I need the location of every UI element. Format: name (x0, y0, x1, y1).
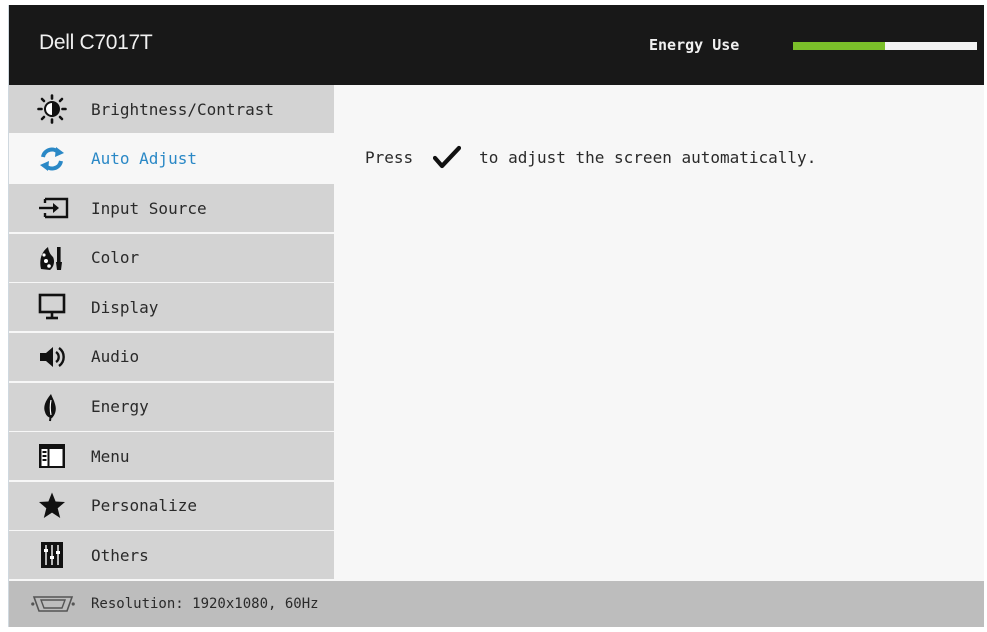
energy-use-label: Energy Use (649, 36, 740, 54)
color-palette-icon (37, 243, 79, 273)
energy-use-meter-fill (793, 42, 885, 50)
osd-status-bar: Resolution: 1920x1080, 60Hz (9, 581, 984, 627)
vga-connector-icon (31, 594, 75, 614)
menu-item-label: Brightness/Contrast (91, 99, 275, 119)
auto-adjust-instruction: Press to adjust the screen automatically… (365, 145, 816, 169)
brightness-icon (37, 94, 79, 124)
others-sliders-icon (37, 540, 79, 570)
display-monitor-icon (37, 292, 79, 322)
menu-item-others[interactable]: Others (9, 531, 334, 580)
menu-item-label: Energy (91, 397, 149, 417)
menu-item-label: Auto Adjust (91, 149, 197, 169)
menu-item-label: Personalize (91, 496, 197, 516)
menu-window-icon (37, 441, 79, 471)
checkmark-icon (433, 145, 462, 169)
instruction-rest-text: to adjust the screen automatically. (479, 147, 817, 167)
menu-item-label: Audio (91, 347, 140, 367)
menu-item-label: Menu (91, 446, 130, 466)
menu-item-label: Color (91, 248, 140, 268)
menu-item-label: Display (91, 297, 159, 317)
star-icon (37, 491, 79, 521)
osd-window: Dell C7017T Energy Use Brightness/Contra… (8, 5, 984, 627)
menu-item-brightness-contrast[interactable]: Brightness/Contrast (9, 85, 334, 133)
auto-adjust-icon (37, 144, 79, 174)
menu-item-label: Input Source (91, 198, 207, 218)
menu-item-menu[interactable]: Menu (9, 432, 334, 481)
menu-item-display[interactable]: Display (9, 283, 334, 332)
menu-item-audio[interactable]: Audio (9, 332, 334, 381)
instruction-press-text: Press (365, 147, 414, 167)
menu-item-energy[interactable]: Energy (9, 382, 334, 431)
resolution-status-text: Resolution: 1920x1080, 60Hz (91, 596, 319, 612)
energy-use-meter (793, 42, 977, 50)
menu-item-personalize[interactable]: Personalize (9, 481, 334, 530)
osd-main-menu: Brightness/Contrast Auto Adjust Input So… (9, 85, 334, 581)
leaf-icon (37, 392, 79, 422)
input-source-icon (37, 193, 79, 223)
submenu-content-panel: Press to adjust the screen automatically… (334, 85, 984, 581)
speaker-icon (37, 342, 79, 372)
menu-item-input-source[interactable]: Input Source (9, 184, 334, 233)
menu-item-auto-adjust[interactable]: Auto Adjust (9, 134, 334, 183)
monitor-model-title: Dell C7017T (39, 31, 153, 54)
menu-item-color[interactable]: Color (9, 233, 334, 282)
osd-header: Dell C7017T Energy Use (9, 5, 984, 85)
menu-item-label: Others (91, 545, 149, 565)
